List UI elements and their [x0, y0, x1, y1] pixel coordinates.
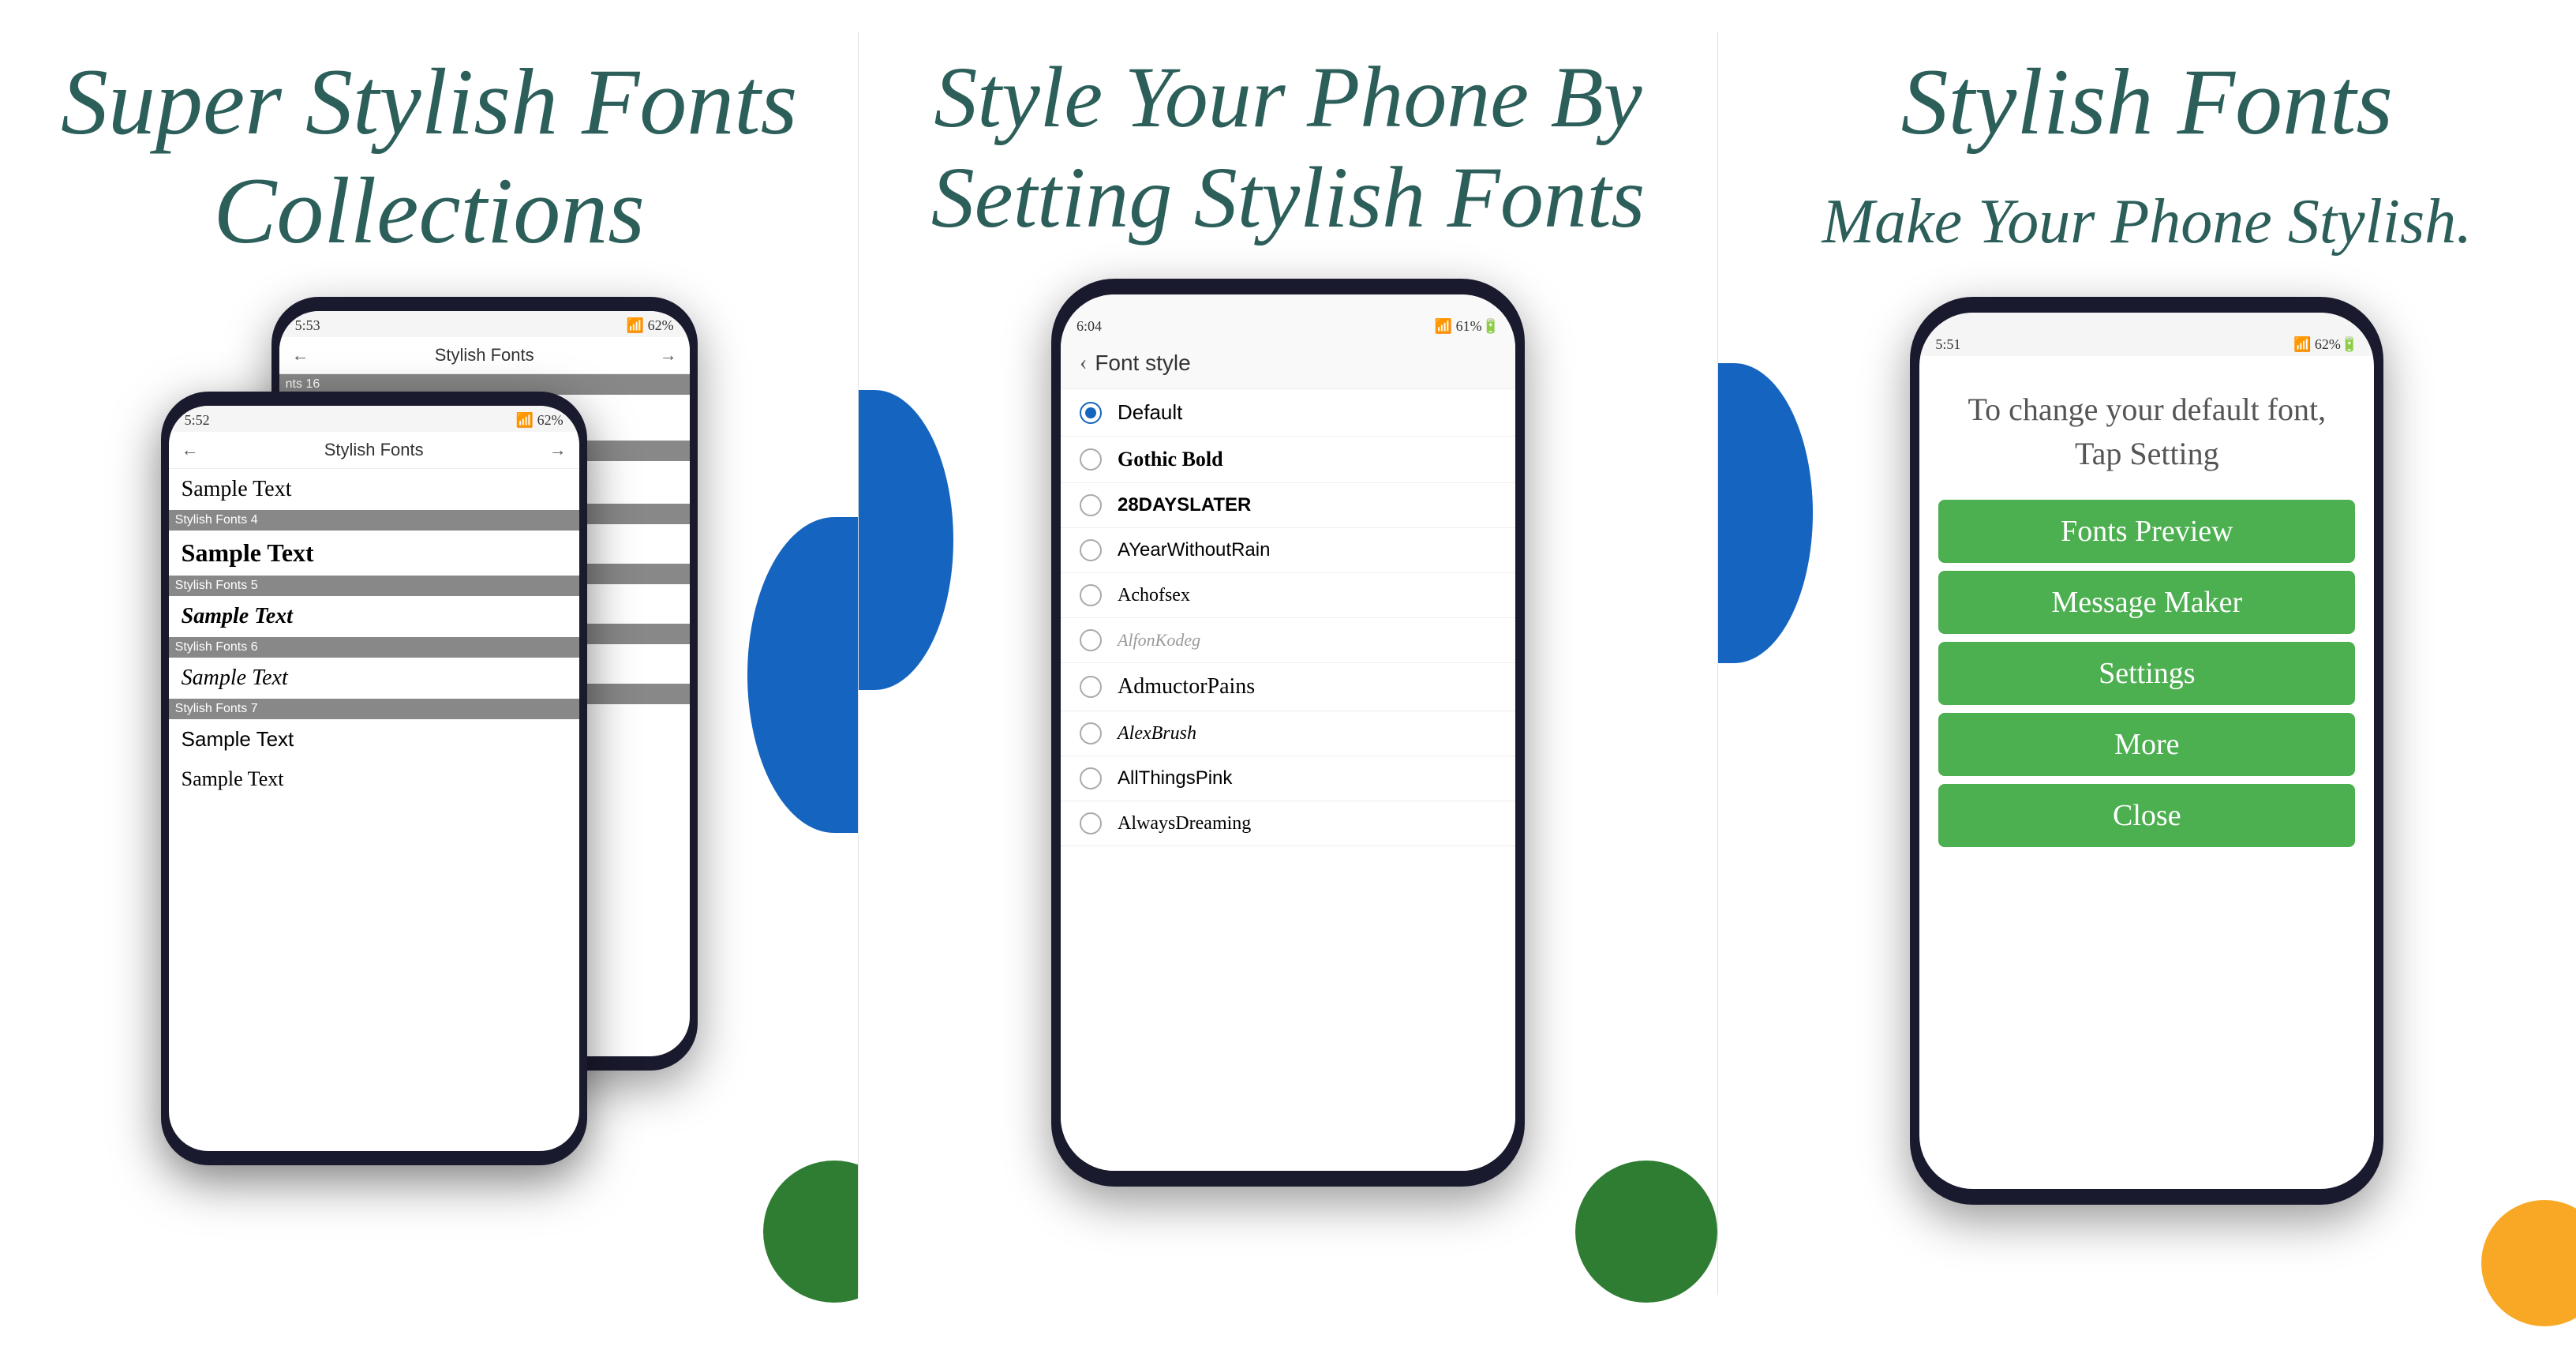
status-bar-right: 5:51 📶 62%🔋	[1919, 313, 2374, 356]
back-arrow-front[interactable]: ←	[182, 440, 199, 460]
app-bar-back: ← Stylish Fonts →	[279, 337, 690, 374]
phone-middle: 6:04 📶 61%🔋 ‹ Font style Default	[1051, 279, 1525, 1187]
section2-title: Style Your Phone By Setting Stylish Font…	[931, 47, 1645, 247]
status-bar-mid: 6:04 📶 61%🔋	[1061, 294, 1515, 338]
font-name-admuctor: AdmuctorPains	[1118, 674, 1255, 699]
tap-setting-message: To change your default font, Tap Setting	[1919, 356, 2374, 492]
app-title-front: Stylish Fonts	[199, 440, 549, 460]
btn-fonts-preview[interactable]: Fonts Preview	[1938, 500, 2355, 563]
status-bar-front: 5:52 📶 62%	[169, 406, 579, 432]
font-name-alfon: AlfonKodeg	[1118, 630, 1200, 651]
font-label-sf7: Stylish Fonts 7	[169, 699, 579, 719]
green-decoration	[763, 1161, 858, 1303]
phone-right: 5:51 📶 62%🔋 To change your default font,…	[1910, 297, 2383, 1205]
font-style-item-alfon[interactable]: AlfonKodeg	[1061, 618, 1515, 663]
font-name-allthings: AllThingsPink	[1118, 767, 1232, 789]
forward-arrow-back[interactable]: →	[660, 345, 677, 366]
radio-alexbrush[interactable]	[1080, 722, 1102, 744]
section1-title: Super Stylish Fonts Collections	[61, 47, 797, 265]
section1-title-line1: Super Stylish Fonts	[61, 49, 797, 154]
font-style-title: Font style	[1095, 351, 1496, 376]
back-arrow-back[interactable]: ←	[292, 345, 309, 366]
font-style-item-allthings[interactable]: AllThingsPink	[1061, 756, 1515, 801]
font-style-item-28days[interactable]: 28DAYSLATER	[1061, 483, 1515, 528]
radio-allthings[interactable]	[1080, 767, 1102, 789]
btn-message-maker[interactable]: Message Maker	[1938, 571, 2355, 634]
font-item-sf6[interactable]: Sample Text	[169, 658, 579, 699]
font-style-item-admuctor[interactable]: AdmuctorPains	[1061, 663, 1515, 711]
font-style-item-alexbrush[interactable]: AlexBrush	[1061, 711, 1515, 756]
font-name-alexbrush: AlexBrush	[1118, 723, 1196, 744]
font-label-sf5: Stylish Fonts 5	[169, 576, 579, 596]
signal-back: 📶 62%	[627, 317, 674, 334]
font-name-28days: 28DAYSLATER	[1118, 494, 1251, 516]
time-right: 5:51	[1935, 336, 1960, 353]
btn-settings[interactable]: Settings	[1938, 642, 2355, 705]
radio-inner-default	[1085, 407, 1096, 418]
font-item-sf7[interactable]: Sample Text	[169, 719, 579, 759]
radio-default[interactable]	[1080, 402, 1102, 424]
app-bar-front: ← Stylish Fonts →	[169, 432, 579, 469]
font-label-sf4: Stylish Fonts 4	[169, 510, 579, 531]
section-collections: Super Stylish Fonts Collections 5:53 📶 6…	[0, 0, 858, 1350]
phone-mid-screen: 6:04 📶 61%🔋 ‹ Font style Default	[1061, 294, 1515, 1171]
font-name-achof: Achofsex	[1118, 585, 1190, 606]
back-arrow-mid[interactable]: ‹	[1080, 351, 1087, 376]
radio-28days[interactable]	[1080, 494, 1102, 516]
time-back: 5:53	[295, 317, 320, 334]
font-name-ayear: AYearWithoutRain	[1118, 539, 1270, 561]
section3-title: Stylish Fonts Make Your Phone Stylish.	[1822, 47, 2473, 265]
font-item-sf8[interactable]: Sample Text	[169, 759, 579, 799]
section-stylish-fonts: Stylish Fonts Make Your Phone Stylish. 5…	[1718, 0, 2576, 1350]
blue-decoration-right	[1718, 363, 1813, 663]
btn-more[interactable]: More	[1938, 713, 2355, 776]
radio-ayear[interactable]	[1080, 539, 1102, 561]
radio-achof[interactable]	[1080, 584, 1102, 606]
font-item-sf4[interactable]: Sample Text	[169, 531, 579, 576]
phone-front-screen: 5:52 📶 62% ← Stylish Fonts → Sample Text…	[169, 406, 579, 1151]
section-style-phone: Style Your Phone By Setting Stylish Font…	[859, 0, 1717, 1350]
green-decoration-mid	[1575, 1161, 1717, 1303]
font-style-item-always[interactable]: AlwaysDreaming	[1061, 801, 1515, 846]
section3-title-line2: Make Your Phone Stylish.	[1822, 187, 2473, 257]
font-style-item-default[interactable]: Default	[1061, 389, 1515, 437]
font-style-item-ayear[interactable]: AYearWithoutRain	[1061, 528, 1515, 573]
font-style-item-gothic[interactable]: Gothic Bold	[1061, 437, 1515, 483]
font-name-always: AlwaysDreaming	[1118, 813, 1251, 834]
app-title-back: Stylish Fonts	[309, 345, 660, 366]
radio-admuctor[interactable]	[1080, 676, 1102, 698]
font-label-sf6: Stylish Fonts 6	[169, 637, 579, 658]
font-style-item-achof[interactable]: Achofsex	[1061, 573, 1515, 618]
forward-arrow-front[interactable]: →	[549, 440, 567, 460]
signal-mid: 📶 61%🔋	[1435, 318, 1500, 335]
font-item-sf5[interactable]: Sample Text	[169, 596, 579, 637]
font-style-header: ‹ Font style	[1061, 338, 1515, 389]
blue-decoration-left	[747, 517, 858, 833]
signal-front: 📶 62%	[516, 412, 564, 429]
time-mid: 6:04	[1076, 318, 1102, 335]
section2-title-line1: Style Your Phone By	[934, 49, 1642, 145]
section3-title-line1: Stylish Fonts	[1901, 49, 2393, 154]
radio-always[interactable]	[1080, 812, 1102, 834]
time-front: 5:52	[185, 412, 210, 429]
blue-decoration-mid	[859, 390, 953, 690]
tap-text-line2: Tap Setting	[2075, 436, 2219, 471]
font-name-default: Default	[1118, 400, 1182, 425]
phone-right-screen: 5:51 📶 62%🔋 To change your default font,…	[1919, 313, 2374, 1189]
font-item-sf3[interactable]: Sample Text	[169, 469, 579, 510]
tap-text-line1: To change your default font,	[1968, 392, 2326, 427]
btn-close[interactable]: Close	[1938, 784, 2355, 847]
font-name-gothic: Gothic Bold	[1118, 448, 1223, 471]
section2-title-line2: Setting Stylish Fonts	[931, 149, 1645, 246]
font-style-list: Default Gothic Bold 28DAYSLATER AYearWit…	[1061, 389, 1515, 1171]
phone-front: 5:52 📶 62% ← Stylish Fonts → Sample Text…	[161, 392, 587, 1165]
phone-stack: 5:53 📶 62% ← Stylish Fonts → nts 16 𝒢𝒽𝑜𝓈…	[161, 297, 698, 1165]
radio-gothic[interactable]	[1080, 448, 1102, 471]
section1-title-line2: Collections	[213, 158, 645, 263]
font-list-front: Sample Text Stylish Fonts 4 Sample Text …	[169, 469, 579, 799]
radio-alfon[interactable]	[1080, 629, 1102, 651]
signal-right: 📶 62%🔋	[2293, 336, 2358, 353]
yellow-decoration-right	[2481, 1200, 2576, 1326]
status-bar-back: 5:53 📶 62%	[279, 311, 690, 337]
